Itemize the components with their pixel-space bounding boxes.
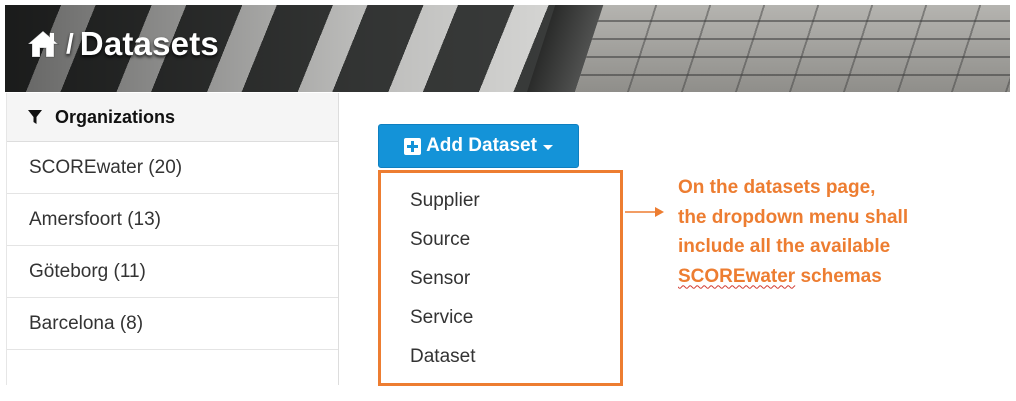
page-title: Datasets [79, 25, 219, 62]
breadcrumb-separator: / [66, 28, 74, 59]
add-dataset-dropdown-menu: Supplier Source Sensor Service Dataset [378, 170, 623, 386]
menu-item-sensor[interactable]: Sensor [410, 268, 470, 290]
annotation-line: On the datasets page, [678, 177, 876, 198]
annotation-line: include all the available [678, 236, 891, 257]
home-icon[interactable] [26, 29, 60, 59]
annotation-line-rest: schemas [795, 265, 882, 287]
sidebar-item-label: Barcelona (8) [29, 312, 144, 334]
annotation-spellcheck-word: SCOREwater [678, 265, 796, 287]
caret-down-icon [542, 144, 553, 150]
annotation-line: SCOREwater schemas [678, 262, 908, 292]
menu-item-dataset[interactable]: Dataset [410, 346, 475, 368]
annotation-line: the dropdown menu shall [678, 206, 909, 228]
menu-item-source[interactable]: Source [410, 229, 470, 251]
plus-square-icon [404, 137, 422, 155]
sidebar-item-scorewater[interactable]: SCOREwater (20) [7, 142, 338, 194]
sidebar-item-label: Göteborg (11) [29, 260, 146, 282]
sidebar-item-goteborg[interactable]: Göteborg (11) [7, 246, 338, 298]
breadcrumb: / Datasets [26, 25, 219, 63]
menu-item-service[interactable]: Service [410, 307, 473, 329]
add-dataset-label: Add Dataset [426, 135, 537, 156]
page-banner: / Datasets [5, 5, 1010, 92]
sidebar-item-label: Amersfoort (13) [29, 208, 161, 230]
sidebar-item-label: SCOREwater (20) [29, 156, 183, 178]
menu-item-supplier[interactable]: Supplier [410, 190, 480, 212]
organizations-heading: Organizations [7, 93, 338, 142]
annotation-callout: On the datasets page, the dropdown menu … [678, 173, 908, 291]
organizations-heading-label: Organizations [55, 106, 176, 127]
filter-icon [28, 110, 42, 124]
sidebar-item-barcelona[interactable]: Barcelona (8) [7, 298, 338, 350]
sidebar-item-amersfoort[interactable]: Amersfoort (13) [7, 194, 338, 246]
annotation-arrow-icon [625, 207, 664, 217]
add-dataset-button[interactable]: Add Dataset [378, 124, 579, 168]
banner-paving-decoration [575, 5, 1010, 92]
organizations-sidebar: Organizations SCOREwater (20) Amersfoort… [6, 93, 339, 385]
